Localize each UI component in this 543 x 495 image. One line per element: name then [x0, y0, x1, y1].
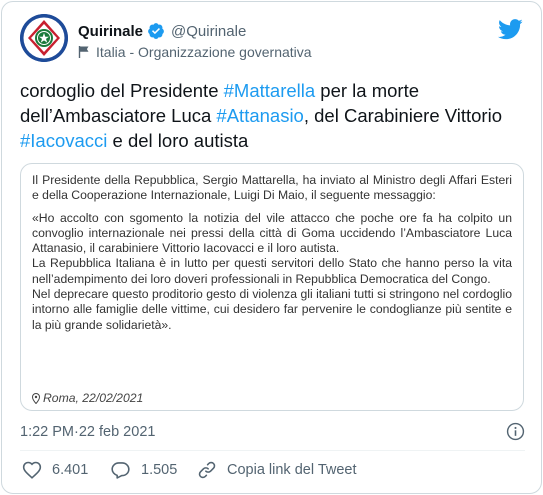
author-handle[interactable]: @Quirinale [171, 23, 246, 40]
reply-button[interactable]: 1.505 [110, 457, 177, 483]
affiliation-label: Italia - Organizzazione governativa [78, 42, 312, 62]
hashtag-link-mattarella[interactable]: #Mattarella [224, 80, 316, 101]
statement-intro: Il Presidente della Repubblica, Sergio M… [32, 173, 512, 203]
link-icon [198, 461, 216, 479]
tweet-text-part: cordoglio del Presidente [20, 80, 224, 101]
tweet-card: Quirinale @Quirinale Italia - Organizzaz… [1, 1, 542, 494]
statement-paragraph: Nel deprecare questo proditorio gesto di… [32, 287, 512, 332]
copy-link-label: Copia link del Tweet [227, 462, 357, 478]
twitter-bird-icon[interactable] [498, 19, 523, 40]
affiliation-text: Italia - Organizzazione governativa [96, 44, 312, 60]
author-display-name[interactable]: Quirinale [78, 23, 143, 40]
tweet-date[interactable]: 22 feb 2021 [79, 424, 156, 440]
tweet-text-part: e del loro autista [107, 130, 249, 151]
divider [20, 450, 525, 451]
flag-icon [78, 46, 89, 58]
statement-paragraph: «Ho accolto con sgomento la notizia del … [32, 210, 512, 256]
statement-footer: Roma, 22/02/2021 [32, 390, 143, 406]
verified-badge-icon [148, 23, 164, 39]
copy-link-button[interactable]: Copia link del Tweet [197, 457, 357, 483]
statement-body: Il Presidente della Repubblica, Sergio M… [32, 173, 512, 333]
location-pin-icon [32, 392, 40, 404]
like-button[interactable]: 6.401 [22, 457, 88, 483]
statement-location-date: Roma, 22/02/2021 [43, 391, 144, 405]
author-row: Quirinale @Quirinale [78, 20, 246, 42]
hashtag-link-iacovacci[interactable]: #Iacovacci [20, 130, 107, 151]
like-count: 6.401 [52, 462, 89, 478]
attached-statement-image[interactable]: Il Presidente della Repubblica, Sergio M… [20, 163, 524, 411]
hashtag-link-attanasio[interactable]: #Attanasio [216, 105, 303, 126]
tweet-time[interactable]: 1:22 PM [20, 424, 74, 440]
statement-paragraph: La Repubblica Italiana è in lutto per qu… [32, 256, 512, 286]
tweet-timestamp[interactable]: 1:22 PM · 22 feb 2021 [20, 421, 155, 443]
info-icon[interactable] [506, 422, 525, 441]
tweet-text: cordoglio del Presidente #Mattarella per… [20, 78, 528, 153]
quirinale-emblem-icon [20, 14, 68, 62]
tweet-text-part: , del Carabiniere Vittorio [303, 105, 502, 126]
reply-count: 1.505 [141, 462, 178, 478]
heart-icon [22, 461, 42, 479]
tweet-actions: 6.401 1.505 Copia link del Tweet [20, 457, 525, 483]
reply-bubble-icon [111, 462, 130, 479]
avatar[interactable] [20, 14, 68, 62]
